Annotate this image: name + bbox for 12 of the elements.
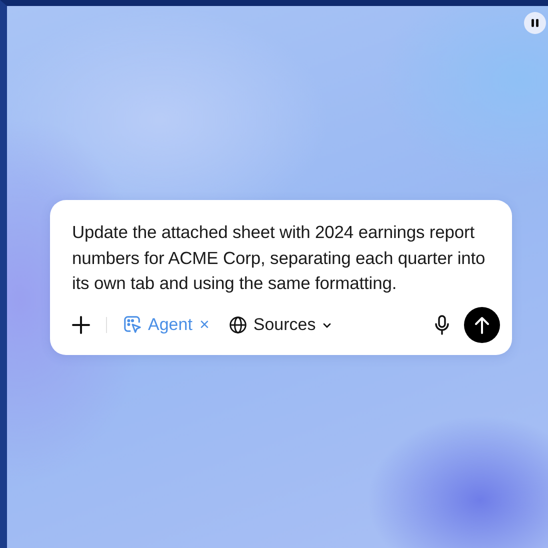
- pause-button[interactable]: [524, 12, 546, 34]
- plus-icon: [72, 316, 90, 334]
- microphone-icon: [434, 314, 450, 334]
- send-button[interactable]: [464, 306, 500, 342]
- add-button[interactable]: [72, 316, 90, 334]
- prompt-text[interactable]: Update the attached sheet with 2024 earnings report numbers for ACME Corp, separating each quarter into its own tab and using the same formatting.: [72, 220, 500, 296]
- globe-icon: [229, 316, 248, 334]
- microphone-button[interactable]: [434, 314, 450, 334]
- sources-button[interactable]: Sources: [229, 314, 332, 334]
- pause-icon: [531, 19, 539, 27]
- agent-icon: [123, 315, 142, 334]
- arrow-up-icon: [474, 316, 490, 334]
